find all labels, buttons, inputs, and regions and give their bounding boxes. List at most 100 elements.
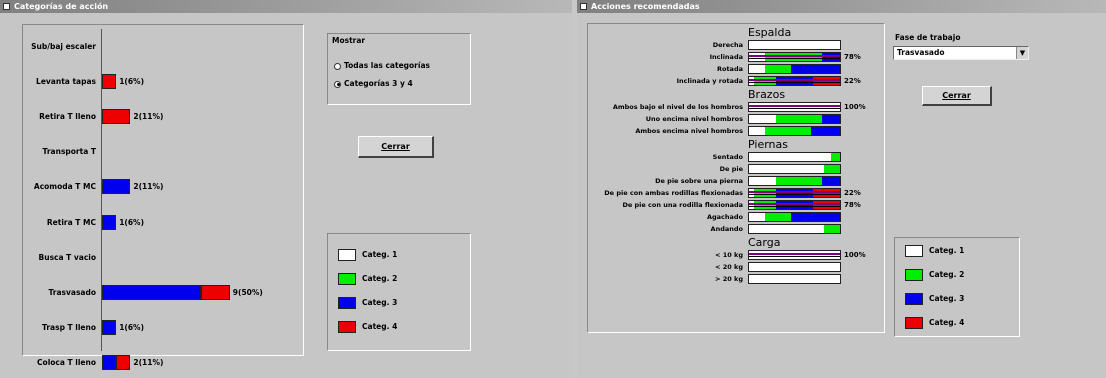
bar-segment	[790, 65, 840, 73]
posture-bar	[748, 224, 841, 234]
chart-bar	[102, 179, 131, 195]
legend-label: Categ. 2	[362, 274, 398, 283]
legend-label: Categ. 1	[929, 246, 965, 255]
posture-label: De pie con una rodilla flexionada	[622, 201, 743, 209]
posture-bar	[748, 164, 841, 174]
categorias-titlebar[interactable]: Categorías de acción	[0, 0, 572, 13]
categorias-window: Categorías de acción Sub/baj escaler Leva…	[0, 0, 572, 378]
selection-marker	[749, 256, 840, 257]
bar-segment	[749, 41, 840, 49]
acciones-titlebar[interactable]: Acciones recomendadas	[577, 0, 1106, 13]
percent-label: 100%	[844, 251, 866, 259]
bar-data-label: 2(11%)	[133, 358, 164, 368]
selection-marker	[749, 206, 840, 207]
fase-label: Fase de trabajo	[895, 33, 961, 42]
chevron-down-icon[interactable]: ▼	[1016, 47, 1028, 59]
legend-item: Categ. 2	[338, 273, 397, 285]
category-label: Trasp T lleno	[42, 323, 96, 333]
group-title: Brazos	[748, 88, 786, 101]
selection-marker	[749, 82, 840, 83]
selection-marker	[749, 79, 840, 81]
bar-segment	[776, 177, 822, 185]
radio-todas[interactable]: Todas las categorías	[334, 61, 430, 70]
legend-left: Categ. 1 Categ. 2 Categ. 3 Categ. 4	[327, 233, 471, 351]
posture-bar	[748, 274, 841, 284]
legend-swatch	[905, 317, 923, 329]
posture-bar	[748, 152, 841, 162]
selection-marker	[749, 191, 840, 193]
recommendations-panel: Espalda Derecha Inclinada 78% Rotada Inclinad…	[587, 23, 885, 333]
category-label: Busca T vacio	[38, 252, 96, 262]
percent-label: 78%	[844, 53, 861, 61]
legend-item: Categ. 1	[338, 249, 397, 261]
radio-cat-3-4-label: Categorías 3 y 4	[344, 79, 413, 88]
bar-data-label: 2(11%)	[133, 182, 164, 192]
legend-label: Categ. 3	[929, 294, 965, 303]
bar-segment	[749, 177, 777, 185]
posture-bar	[748, 250, 841, 260]
posture-label: Ambos bajo el nivel de los hombros	[612, 103, 743, 111]
bar-data-label: 1(6%)	[119, 323, 144, 333]
bar-segment	[776, 115, 822, 123]
chart-bar	[102, 73, 117, 89]
legend-swatch	[905, 293, 923, 305]
bar-segment	[749, 115, 777, 123]
legend-item: Categ. 4	[338, 321, 397, 333]
cerrar-button-left[interactable]: Cerrar	[358, 136, 434, 158]
chart-bar	[201, 285, 230, 300]
category-label: Coloca T lleno	[37, 358, 96, 368]
bar-segment	[749, 275, 840, 283]
chart-panel: Sub/baj escaler Levanta tapas 1(6%) Retira …	[22, 24, 304, 371]
posture-bar	[748, 102, 841, 112]
posture-bar	[748, 126, 841, 136]
fase-value: Trasvasado	[897, 48, 945, 57]
selection-marker	[749, 108, 840, 109]
posture-bar	[748, 200, 841, 210]
posture-bar	[748, 262, 841, 272]
posture-label: Derecha	[712, 41, 743, 49]
acciones-window: Acciones recomendadas Espalda Derecha Incl…	[577, 0, 1106, 378]
legend-item: Categ. 4	[905, 317, 964, 329]
action-category-chart: Sub/baj escaler Levanta tapas 1(6%) Retira …	[23, 25, 303, 371]
bar-segment	[749, 263, 840, 271]
category-label: Retira T MC	[46, 217, 96, 227]
posture-label: Sentado	[712, 153, 743, 161]
bar-segment	[823, 225, 840, 233]
bar-data-label: 9(50%)	[232, 288, 263, 297]
posture-bar	[748, 64, 841, 74]
legend-swatch	[905, 269, 923, 281]
category-label: Levanta tapas	[36, 76, 96, 86]
legend-item: Categ. 1	[905, 245, 964, 257]
legend-swatch	[338, 297, 356, 309]
percent-label: 78%	[844, 201, 861, 209]
posture-bar	[748, 188, 841, 198]
percent-label: 22%	[844, 189, 861, 197]
percent-label: 100%	[844, 103, 866, 111]
selection-marker	[749, 55, 840, 57]
legend-swatch	[338, 273, 356, 285]
posture-bar	[748, 40, 841, 50]
posture-bar	[748, 176, 841, 186]
posture-label: De pie	[719, 165, 743, 173]
selection-marker	[749, 253, 840, 255]
chart-bar	[102, 109, 131, 124]
bar-segment	[823, 165, 840, 173]
legend-label: Categ. 4	[929, 318, 965, 327]
posture-label: Uno encima nivel hombros	[645, 115, 743, 123]
category-label: Trasvasado	[48, 288, 96, 297]
posture-bar	[748, 114, 841, 124]
radio-selected-icon	[334, 80, 341, 88]
chart-bar	[102, 285, 202, 300]
group-title: Carga	[748, 236, 781, 249]
fase-select[interactable]: Trasvasado ▼	[893, 46, 1029, 60]
bar-segment	[749, 127, 766, 135]
category-label: Acomoda T MC	[33, 182, 96, 192]
bar-segment	[821, 115, 840, 123]
bar-segment	[749, 153, 831, 161]
bar-data-label: 1(6%)	[119, 217, 144, 227]
bar-data-label: 2(11%)	[133, 112, 164, 121]
posture-label: Andando	[710, 225, 743, 233]
cerrar-button-right[interactable]: Cerrar	[922, 86, 992, 106]
radio-cat-3-4[interactable]: Categorías 3 y 4	[334, 79, 413, 88]
category-label: Retira T lleno	[39, 112, 96, 121]
